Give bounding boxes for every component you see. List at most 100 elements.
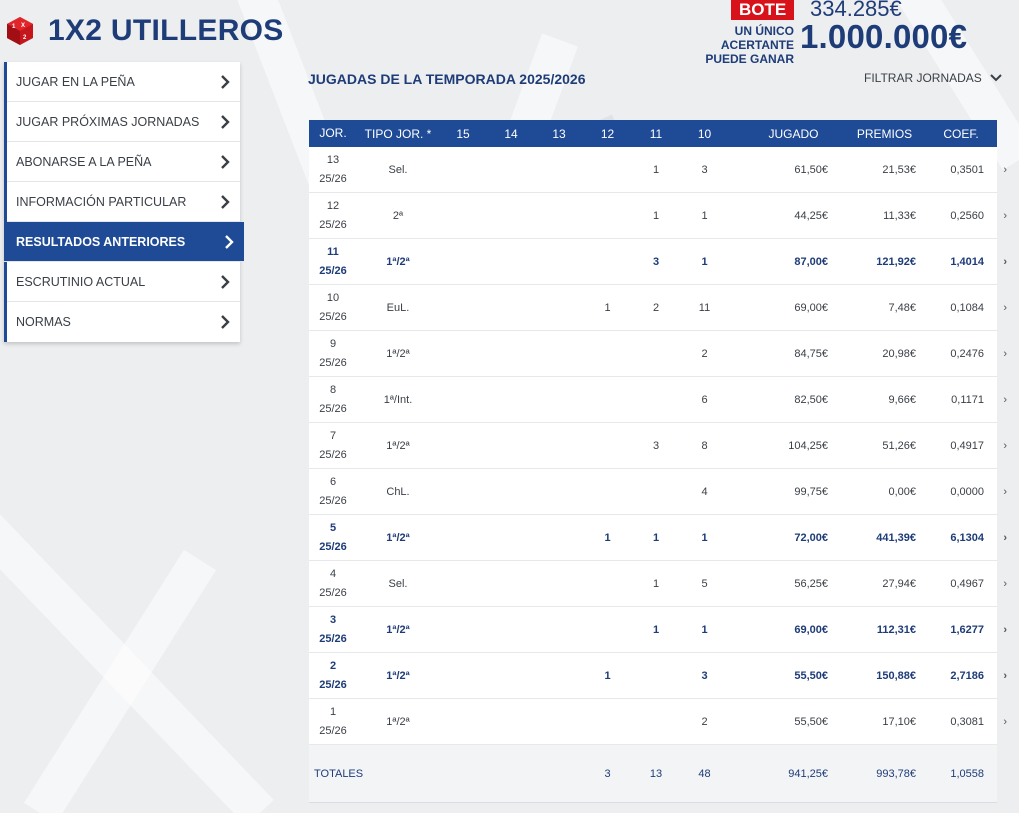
jornada-number: 3 (329, 613, 337, 626)
cell-tipo: 1ª/2ª (386, 255, 410, 268)
table-row[interactable]: 5 25/26 1ª/2ª 1 1 1 72,00€ 441,39€ 6,1304 › (309, 515, 1007, 561)
column-header: PREMIOS (856, 126, 913, 141)
table-row[interactable]: 8 25/26 1ª/Int. 6 82,50€ 9,66€ 0,1171 › (309, 377, 1007, 423)
sidebar-item-abonarse-a-la-pe-a[interactable]: ABONARSE A LA PEÑA (7, 142, 240, 182)
jornada-season: 25/26 (319, 540, 347, 553)
jornada-season: 25/26 (319, 264, 347, 277)
table-row[interactable]: 9 25/26 1ª/2ª 2 84,75€ 20,98€ 0,2476 › (309, 331, 1007, 377)
cell-coef: 0,0000 (950, 485, 984, 498)
jornada-season: 25/26 (319, 218, 347, 231)
cell-premios: 11,33€ (883, 209, 916, 222)
row-arrow-icon[interactable]: › (984, 302, 1007, 314)
cell-jugado: 69,00€ (794, 301, 828, 314)
jornada-number: 9 (329, 337, 337, 350)
table-row[interactable]: 10 25/26 EuL. 1 2 11 69,00€ 7,48€ 0,1084 › (309, 285, 1007, 331)
sidebar-item-label: INFORMACIÓN PARTICULAR (16, 194, 187, 209)
row-arrow-icon[interactable]: › (984, 624, 1007, 636)
row-arrow-icon[interactable]: › (984, 440, 1007, 452)
sidebar-item-resultados-anteriores[interactable]: RESULTADOS ANTERIORES (4, 222, 244, 262)
cell-premios: 20,98€ (882, 347, 916, 360)
table-row[interactable]: 13 25/26 Sel. 1 3 61,50€ 21,53€ 0,3501 › (309, 147, 1007, 193)
row-arrow-icon[interactable]: › (984, 486, 1007, 498)
sidebar-item-jugar-pr-ximas-jornadas[interactable]: JUGAR PRÓXIMAS JORNADAS (7, 102, 240, 142)
jornada-cell: 11 25/26 (309, 243, 357, 281)
jornada-season: 25/26 (319, 356, 347, 369)
jornada-number: 5 (329, 521, 337, 534)
totals-row: TOTALES 3 13 48 941,25€ 993,78€ 1,0558 (309, 745, 997, 803)
cell-jugado: 44,25€ (794, 209, 828, 222)
table-row[interactable]: 4 25/26 Sel. 1 5 56,25€ 27,94€ 0,4967 › (309, 561, 1007, 607)
cell-coef: 0,1084 (950, 301, 984, 314)
cell-c10: 1 (701, 531, 708, 544)
sidebar-item-label: ABONARSE A LA PEÑA (16, 154, 152, 169)
cell-c10: 11 (698, 301, 711, 314)
sidebar-item-jugar-en-la-pe-a[interactable]: JUGAR EN LA PEÑA (7, 62, 240, 102)
table-row[interactable]: 1 25/26 1ª/2ª 2 55,50€ 17,10€ 0,3081 › (309, 699, 1007, 745)
cell-tipo: 1ª/Int. (383, 393, 413, 406)
row-arrow-icon[interactable]: › (984, 670, 1007, 682)
jornada-cell: 10 25/26 (309, 289, 357, 327)
totals-11: 13 (649, 767, 663, 780)
cell-jugado: 56,25€ (794, 577, 828, 590)
cell-c11: 3 (652, 255, 660, 268)
row-arrow-icon[interactable]: › (984, 164, 1007, 176)
row-arrow-icon[interactable]: › (984, 716, 1007, 728)
jornada-number: 1 (329, 705, 337, 718)
cell-tipo: 1ª/2ª (386, 669, 410, 682)
cell-coef: 0,1171 (951, 393, 984, 406)
cell-premios: 150,88€ (876, 669, 916, 682)
jornada-cell: 12 25/26 (309, 197, 357, 235)
cell-jugado: 87,00€ (794, 255, 828, 268)
row-arrow-icon[interactable]: › (984, 532, 1007, 544)
totals-coef: 1,0558 (950, 767, 984, 780)
jornada-cell: 3 25/26 (309, 611, 357, 649)
cell-tipo: Sel. (388, 163, 408, 176)
chevron-right-icon (225, 234, 234, 249)
row-arrow-icon[interactable]: › (984, 578, 1007, 590)
cell-premios: 21,53€ (882, 163, 916, 176)
brand[interactable]: 1 X 2 1X2 UTILLEROS (6, 14, 284, 48)
table-row[interactable]: 11 25/26 1ª/2ª 3 1 87,00€ 121,92€ 1,4014 › (309, 239, 1007, 285)
table-row[interactable]: 12 25/26 2ª 1 1 44,25€ 11,33€ 0,2560 › (309, 193, 1007, 239)
jornada-season: 25/26 (319, 494, 347, 507)
cell-jugado: 99,75€ (794, 485, 828, 498)
cell-c12: 1 (604, 669, 611, 682)
bote-note: UN ÚNICO ACERTANTE PUEDE GANAR (669, 24, 794, 66)
jornada-cell: 4 25/26 (309, 565, 357, 603)
row-arrow-icon[interactable]: › (984, 394, 1007, 406)
cell-tipo: 2ª (392, 209, 404, 222)
chevron-right-icon (221, 194, 230, 209)
cell-coef: 6,1304 (950, 531, 984, 544)
filter-label: FILTRAR JORNADAS (864, 71, 982, 85)
chevron-right-icon (221, 274, 230, 289)
bote-badge: BOTE (731, 0, 795, 20)
cell-jugado: 84,75€ (794, 347, 828, 360)
table-row[interactable]: 2 25/26 1ª/2ª 1 3 55,50€ 150,88€ 2,7186 › (309, 653, 1007, 699)
column-header: 14 (504, 126, 518, 141)
cell-premios: 0,00€ (888, 485, 916, 498)
cell-premios: 112,31€ (876, 623, 916, 636)
row-arrow-icon[interactable]: › (984, 348, 1007, 360)
row-arrow-icon[interactable]: › (984, 256, 1007, 268)
jornada-number: 10 (326, 291, 340, 304)
sidebar-item-label: JUGAR EN LA PEÑA (16, 74, 135, 89)
sidebar-item-informaci-n-particular[interactable]: INFORMACIÓN PARTICULAR (7, 182, 240, 222)
sidebar-item-normas[interactable]: NORMAS (7, 302, 240, 342)
filter-jornadas-dropdown[interactable]: FILTRAR JORNADAS (864, 71, 1002, 85)
cell-tipo: 1ª/2ª (386, 439, 410, 452)
row-arrow-icon[interactable]: › (984, 210, 1007, 222)
column-header: 11 (649, 126, 663, 141)
cell-tipo: 1ª/2ª (386, 623, 410, 636)
results-table: JOR. TIPO JOR. * 15 14 13 12 11 10 JUGADO PREMIOS… (309, 120, 1007, 803)
sidebar-item-escrutinio-actual[interactable]: ESCRUTINIO ACTUAL (7, 262, 240, 302)
jornada-season: 25/26 (319, 586, 347, 599)
cell-c11: 1 (652, 209, 660, 222)
cell-jugado: 55,50€ (794, 715, 828, 728)
jornada-cell: 1 25/26 (309, 703, 357, 741)
table-row[interactable]: 6 25/26 ChL. 4 99,75€ 0,00€ 0,0000 › (309, 469, 1007, 515)
column-header: COEF. (943, 126, 979, 141)
table-row[interactable]: 3 25/26 1ª/2ª 1 1 69,00€ 112,31€ 1,6277 › (309, 607, 1007, 653)
jornada-cell: 8 25/26 (309, 381, 357, 419)
site-title: 1X2 UTILLEROS (48, 14, 284, 47)
table-row[interactable]: 7 25/26 1ª/2ª 3 8 104,25€ 51,26€ 0,4917 › (309, 423, 1007, 469)
